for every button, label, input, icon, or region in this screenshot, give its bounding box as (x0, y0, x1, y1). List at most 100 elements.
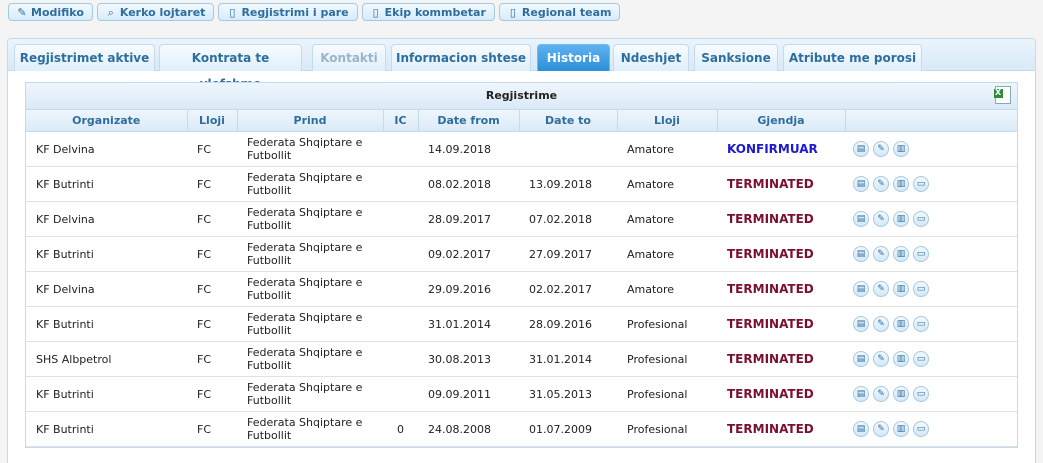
column-header[interactable] (845, 110, 1017, 132)
pencil-icon[interactable]: ✎ (873, 211, 889, 227)
column-header[interactable]: Date from (418, 110, 520, 132)
regjistrimi-i-pare-button[interactable]: ▯ Regjistrimi i pare (218, 3, 358, 21)
trash-icon[interactable]: ▥ (893, 421, 909, 437)
table-row[interactable]: KF Butrinti FC Federata Shqiptare e Futbol… (26, 306, 1017, 342)
table-row[interactable]: SHS Albpetrol FC Federata Shqiptare e Futb… (26, 341, 1017, 377)
trash-icon[interactable]: ▥ (893, 211, 909, 227)
cell-type: FC (187, 236, 237, 272)
trash-icon[interactable]: ▥ (893, 141, 909, 157)
document-icon: ▯ (229, 6, 236, 19)
column-header[interactable]: Organizate (26, 110, 188, 132)
pencil-icon: ✎ (17, 6, 27, 19)
cell-kind: Profesional (617, 306, 717, 342)
clipboard-icon[interactable]: ▤ (853, 421, 869, 437)
status-badge: TERMINATED (717, 341, 845, 377)
cell-kind: Amatore (617, 236, 717, 272)
clipboard-icon[interactable]: ▤ (853, 351, 869, 367)
cell-org: KF Delvina (26, 131, 187, 167)
pencil-icon[interactable]: ✎ (873, 421, 889, 437)
status-badge: TERMINATED (717, 236, 845, 272)
trash-icon[interactable]: ▥ (893, 316, 909, 332)
cell-parent: Federata Shqiptare e Futbollit (237, 411, 383, 447)
table-row[interactable]: KF Butrinti FC Federata Shqiptare e Futbol… (26, 166, 1017, 202)
clipboard-icon[interactable]: ▤ (853, 281, 869, 297)
clipboard-icon[interactable]: ▤ (853, 246, 869, 262)
cell-from: 28.09.2017 (418, 201, 519, 237)
clipboard-icon[interactable]: ▤ (853, 176, 869, 192)
trash-icon[interactable]: ▥ (893, 351, 909, 367)
print-icon[interactable]: ▭ (913, 351, 929, 367)
cell-to: 28.09.2016 (519, 306, 617, 342)
column-header[interactable]: Lloji (617, 110, 718, 132)
print-icon[interactable]: ▭ (913, 421, 929, 437)
cell-org: KF Butrinti (26, 411, 187, 447)
pencil-icon[interactable]: ✎ (873, 316, 889, 332)
table-row[interactable]: KF Butrinti FC Federata Shqiptare e Futbol… (26, 411, 1017, 447)
ekip-kommbetar-button[interactable]: ▯ Ekip kommbetar (361, 3, 495, 21)
tab-kontrata-te-vlefshme[interactable]: Kontrata te vlefshme (159, 44, 302, 91)
kerko-lojtaret-button[interactable]: ⌕ Kerko lojtaret (96, 3, 215, 21)
cell-from: 24.08.2008 (418, 411, 519, 447)
pencil-icon[interactable]: ✎ (873, 386, 889, 402)
column-header[interactable]: Lloji (187, 110, 238, 132)
tab-ndeshjet[interactable]: Ndeshjet (613, 44, 689, 71)
column-header[interactable]: IC (383, 110, 419, 132)
trash-icon[interactable]: ▥ (893, 281, 909, 297)
trash-icon[interactable]: ▥ (893, 176, 909, 192)
cell-from: 30.08.2013 (418, 341, 519, 377)
cell-ic (383, 271, 418, 307)
regional-team-button[interactable]: ▯ Regional team (498, 3, 621, 21)
print-icon[interactable]: ▭ (913, 281, 929, 297)
registrations-table: Organizate Lloji Prind IC Date from Date to Ll… (26, 110, 1017, 447)
search-icon: ⌕ (107, 6, 114, 19)
cell-to: 13.09.2018 (519, 166, 617, 202)
print-icon[interactable]: ▭ (913, 211, 929, 227)
cell-org: KF Butrinti (26, 166, 187, 202)
pencil-icon[interactable]: ✎ (873, 246, 889, 262)
print-icon[interactable]: ▭ (913, 316, 929, 332)
pencil-icon[interactable]: ✎ (873, 176, 889, 192)
clipboard-icon[interactable]: ▤ (853, 211, 869, 227)
print-icon[interactable]: ▭ (913, 246, 929, 262)
tab-sanksione[interactable]: Sanksione (694, 44, 778, 71)
toolbar: ✎ Modifiko ⌕ Kerko lojtaret ▯ Regjistrimi i p… (8, 3, 624, 23)
status-badge: TERMINATED (717, 201, 845, 237)
cell-to (519, 131, 617, 167)
pencil-icon[interactable]: ✎ (873, 351, 889, 367)
column-header[interactable]: Prind (237, 110, 384, 132)
tab-regjistrimet-aktive[interactable]: Regjistrimet aktive (14, 44, 155, 71)
table-row[interactable]: KF Delvina FC Federata Shqiptare e Futboll… (26, 271, 1017, 307)
print-icon[interactable]: ▭ (913, 176, 929, 192)
toolbar-button-label: Regjistrimi i pare (241, 6, 349, 19)
clipboard-icon[interactable]: ▤ (853, 386, 869, 402)
table-row[interactable]: KF Butrinti FC Federata Shqiptare e Futbol… (26, 236, 1017, 272)
row-actions: ▤ ✎ ▥ ▭ (845, 166, 1017, 202)
cell-type: FC (187, 376, 237, 412)
trash-icon[interactable]: ▥ (893, 246, 909, 262)
cell-type: FC (187, 306, 237, 342)
table-row[interactable]: KF Butrinti FC Federata Shqiptare e Futbol… (26, 376, 1017, 412)
document-icon: ▯ (509, 6, 516, 19)
print-icon[interactable]: ▭ (913, 386, 929, 402)
tab-atribute-me-porosi[interactable]: Atribute me porosi (783, 44, 922, 71)
excel-export-icon[interactable] (994, 86, 1011, 104)
modifiko-button[interactable]: ✎ Modifiko (8, 3, 93, 21)
table-row[interactable]: KF Delvina FC Federata Shqiptare e Futboll… (26, 131, 1017, 167)
pencil-icon[interactable]: ✎ (873, 141, 889, 157)
status-badge: KONFIRMUAR (717, 131, 845, 167)
cell-parent: Federata Shqiptare e Futbollit (237, 166, 383, 202)
cell-kind: Amatore (617, 271, 717, 307)
clipboard-icon[interactable]: ▤ (853, 316, 869, 332)
table-row[interactable]: KF Delvina FC Federata Shqiptare e Futboll… (26, 201, 1017, 237)
cell-type: FC (187, 271, 237, 307)
trash-icon[interactable]: ▥ (893, 386, 909, 402)
tab-informacion-shtese[interactable]: Informacion shtese (391, 44, 531, 71)
status-badge: TERMINATED (717, 376, 845, 412)
tab-historia[interactable]: Historia (537, 44, 610, 71)
column-header[interactable]: Gjendja (717, 110, 846, 132)
pencil-icon[interactable]: ✎ (873, 281, 889, 297)
clipboard-icon[interactable]: ▤ (853, 141, 869, 157)
tab-panel: Regjistrimet aktiveKontrata te vlefshme K… (7, 38, 1036, 463)
cell-type: FC (187, 201, 237, 237)
column-header[interactable]: Date to (519, 110, 618, 132)
